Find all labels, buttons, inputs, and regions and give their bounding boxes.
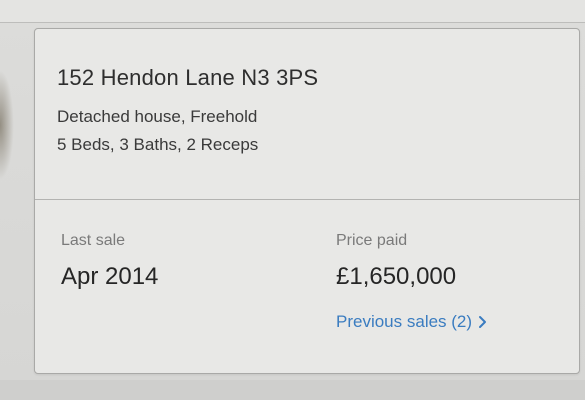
last-sale-label: Last sale <box>61 232 126 249</box>
screen-edge <box>0 70 14 180</box>
property-address: 152 Hendon Lane N3 3PS <box>57 65 319 90</box>
screen: 152 Hendon Lane N3 3PS Detached house, F… <box>0 0 585 400</box>
property-rooms: 5 Beds, 3 Baths, 2 Receps <box>57 135 259 154</box>
price-paid-label: Price paid <box>336 232 408 249</box>
property-summary: 152 Hendon Lane N3 3PS Detached house, F… <box>35 29 579 199</box>
previous-sales-label: Previous sales (2) <box>336 312 473 331</box>
property-card: 152 Hendon Lane N3 3PS Detached house, F… <box>34 28 580 374</box>
chevron-right-icon <box>479 316 487 328</box>
property-type: Detached house, Freehold <box>57 107 258 126</box>
bottom-strip <box>0 380 585 400</box>
top-strip <box>0 0 585 23</box>
previous-sales-link[interactable]: Previous sales (2) <box>336 312 488 332</box>
last-sale-value: Apr 2014 <box>61 263 159 290</box>
price-paid-value: £1,650,000 <box>336 263 457 290</box>
divider <box>35 199 579 200</box>
